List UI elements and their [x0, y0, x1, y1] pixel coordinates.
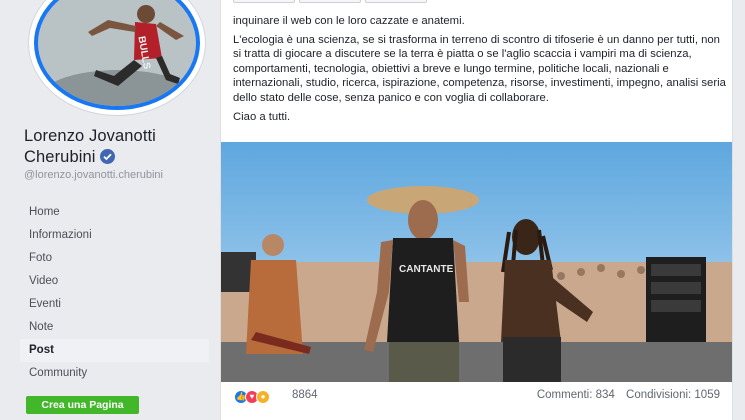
shirt-text: CANTANTE — [399, 264, 454, 275]
avatar-photo: BULLS — [34, 0, 200, 110]
nav-item-post[interactable]: Post — [20, 339, 209, 362]
post-text-paragraph: L'ecologia è una scienza, se si trasform… — [233, 33, 726, 104]
page-title[interactable]: Lorenzo Jovanotti Cherubini — [24, 126, 214, 168]
nav-item-eventi[interactable]: Eventi — [20, 293, 209, 316]
comments-count-link[interactable]: Commenti: 834 — [537, 389, 615, 401]
nav-item-note[interactable]: Note — [20, 316, 209, 339]
avatar-performer-image: BULLS — [38, 0, 196, 106]
post-text-line: inquinare il web con le loro cazzate e a… — [233, 15, 465, 27]
nav-item-informazioni[interactable]: Informazioni — [20, 224, 209, 247]
page-sidebar: BULLS Lorenzo Jovanotti Cherubini @loren… — [0, 0, 220, 420]
post-stats-bar: 👍 ♥ ● 8864 Commenti: 834 Condivisioni: 1… — [221, 384, 732, 408]
engagement-counts: Commenti: 834 Condivisioni: 1059 — [529, 389, 720, 401]
concert-stage-photo: CANTANTE — [221, 142, 732, 382]
page-name-text: Lorenzo Jovanotti Cherubini — [24, 127, 156, 166]
nav-item-video[interactable]: Video — [20, 270, 209, 293]
post-card: inquinare il web con le loro cazzate e a… — [220, 0, 733, 420]
facebook-page: BULLS Lorenzo Jovanotti Cherubini @loren… — [0, 0, 745, 420]
post-text-closing: Ciao a tutti. — [233, 110, 291, 123]
nav-item-home[interactable]: Home — [20, 201, 209, 224]
shares-count-link[interactable]: Condivisioni: 1059 — [626, 389, 720, 401]
profile-avatar[interactable]: BULLS — [28, 0, 206, 116]
post-photo[interactable]: CANTANTE — [221, 142, 732, 382]
verified-badge-icon — [99, 149, 115, 164]
page-username[interactable]: @lorenzo.jovanotti.cherubini — [24, 169, 214, 182]
nav-item-foto[interactable]: Foto — [20, 247, 209, 270]
reaction-count[interactable]: 8864 — [292, 389, 318, 401]
wow-reaction-icon: ● — [256, 390, 270, 404]
create-page-button[interactable]: Crea una Pagina — [26, 396, 139, 414]
post-body: inquinare il web con le loro cazzate e a… — [233, 0, 728, 128]
nav-item-community[interactable]: Community — [20, 362, 209, 385]
page-nav: Home Informazioni Foto Video Eventi Note… — [20, 201, 209, 385]
